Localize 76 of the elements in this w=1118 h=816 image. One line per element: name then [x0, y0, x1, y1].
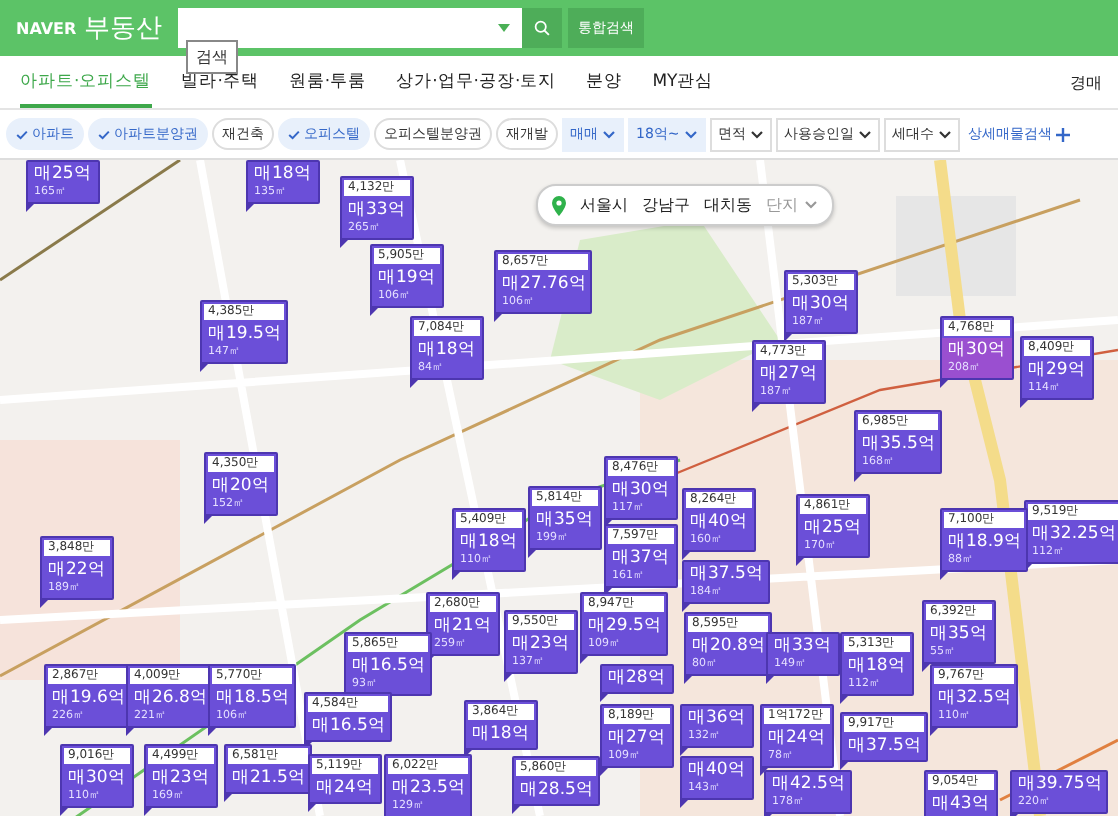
sale-price: 매29억 — [1028, 360, 1088, 382]
sale-price: 매25억 — [804, 518, 864, 539]
sale-price: 매42.5억 — [772, 774, 846, 795]
sale-price: 매33억 — [348, 200, 408, 221]
sale-price: 매37.5억 — [690, 564, 764, 585]
chevron-icon — [749, 129, 764, 139]
sale-price: 매35억 — [930, 624, 990, 646]
sale-price: 매27억 — [760, 364, 820, 385]
sale-price: 매32.25억 — [1032, 524, 1117, 545]
sale-price: 매18억 — [254, 164, 314, 185]
sale-price: 매36억 — [688, 708, 748, 729]
sale-price: 매28억 — [608, 668, 668, 690]
sale-price: 매22억 — [48, 560, 108, 581]
category-tab[interactable]: 분양 — [586, 56, 623, 108]
sale-price: 매33억 — [774, 636, 834, 657]
chevron-icon — [683, 129, 698, 139]
sale-price: 매16.5억 — [312, 716, 386, 738]
sale-price: 매19.6억 — [52, 688, 126, 709]
check-icon — [16, 129, 28, 139]
check-icon — [98, 129, 110, 139]
chevron-icon — [804, 200, 818, 210]
search-button[interactable] — [522, 8, 563, 48]
plus-icon — [1055, 127, 1070, 141]
sale-price: 매19억 — [378, 268, 438, 289]
sale-price: 매18.9억 — [948, 532, 1022, 553]
sale-price: 매30억 — [792, 294, 852, 315]
sale-price: 매43억 — [932, 794, 992, 816]
sale-price: 매18.5억 — [216, 688, 290, 709]
sale-price: 매35억 — [536, 510, 596, 531]
chevron-icon — [602, 129, 616, 139]
sale-price: 매21.5억 — [232, 768, 306, 790]
sale-price: 매39.75억 — [1018, 774, 1103, 795]
sale-price: 매37.5억 — [848, 736, 922, 758]
sale-price: 매27억 — [608, 728, 668, 749]
breadcrumb-item[interactable]: 대치동 — [704, 194, 752, 216]
sale-price: 매30억 — [68, 768, 128, 789]
sale-price: 매29.5억 — [588, 616, 662, 637]
sale-price: 매40억 — [690, 512, 750, 533]
sale-price: 매23억 — [152, 768, 212, 789]
sale-price: 매18억 — [460, 532, 520, 553]
sale-price: 매25억 — [34, 164, 94, 186]
sale-price: 매19.5억 — [208, 324, 282, 346]
caret-icon — [498, 24, 511, 32]
sale-price: 매18억 — [418, 340, 478, 361]
sale-price: 매23억 — [512, 634, 572, 655]
sale-price: 매30억 — [948, 340, 1008, 361]
chevron-icon — [857, 129, 872, 139]
check-icon — [288, 129, 300, 139]
sale-price: 매18억 — [848, 656, 908, 677]
sale-price: 매40억 — [688, 760, 748, 781]
sale-price: 매26.8억 — [134, 688, 208, 709]
sale-price: 매23.5억 — [392, 778, 466, 799]
sale-price: 매37억 — [612, 548, 672, 570]
auction-link[interactable]: 경매 — [1070, 56, 1102, 108]
sale-price: 매20.8억 — [692, 636, 766, 657]
sale-price: 매27.76억 — [502, 274, 587, 295]
sale-price: 매24억 — [768, 728, 828, 749]
sale-price: 매35.5억 — [862, 434, 936, 455]
breadcrumb-item[interactable]: 서울시 — [580, 194, 628, 216]
search-field[interactable] — [178, 8, 523, 48]
search-icon — [534, 18, 551, 38]
sale-price: 매28.5억 — [520, 780, 594, 802]
category-tab[interactable]: 상가·업무·공장·토지 — [396, 56, 557, 108]
tooltip: 검색 — [186, 40, 238, 74]
map-pin-icon — [552, 195, 566, 215]
category-tab[interactable]: MY관심 — [652, 56, 714, 108]
sale-price: 매24억 — [316, 778, 376, 800]
sale-price: 매32.5억 — [938, 688, 1012, 709]
sale-price: 매21억 — [434, 616, 494, 637]
breadcrumb-item[interactable]: 강남구 — [642, 194, 690, 216]
sale-price: 매30억 — [612, 480, 672, 502]
sale-price: 매18억 — [472, 724, 532, 746]
chevron-icon — [937, 129, 952, 139]
category-tab[interactable]: 원룸·투룸 — [288, 56, 367, 108]
sale-price: 매16.5억 — [352, 656, 426, 677]
sale-price: 매20억 — [212, 476, 272, 497]
